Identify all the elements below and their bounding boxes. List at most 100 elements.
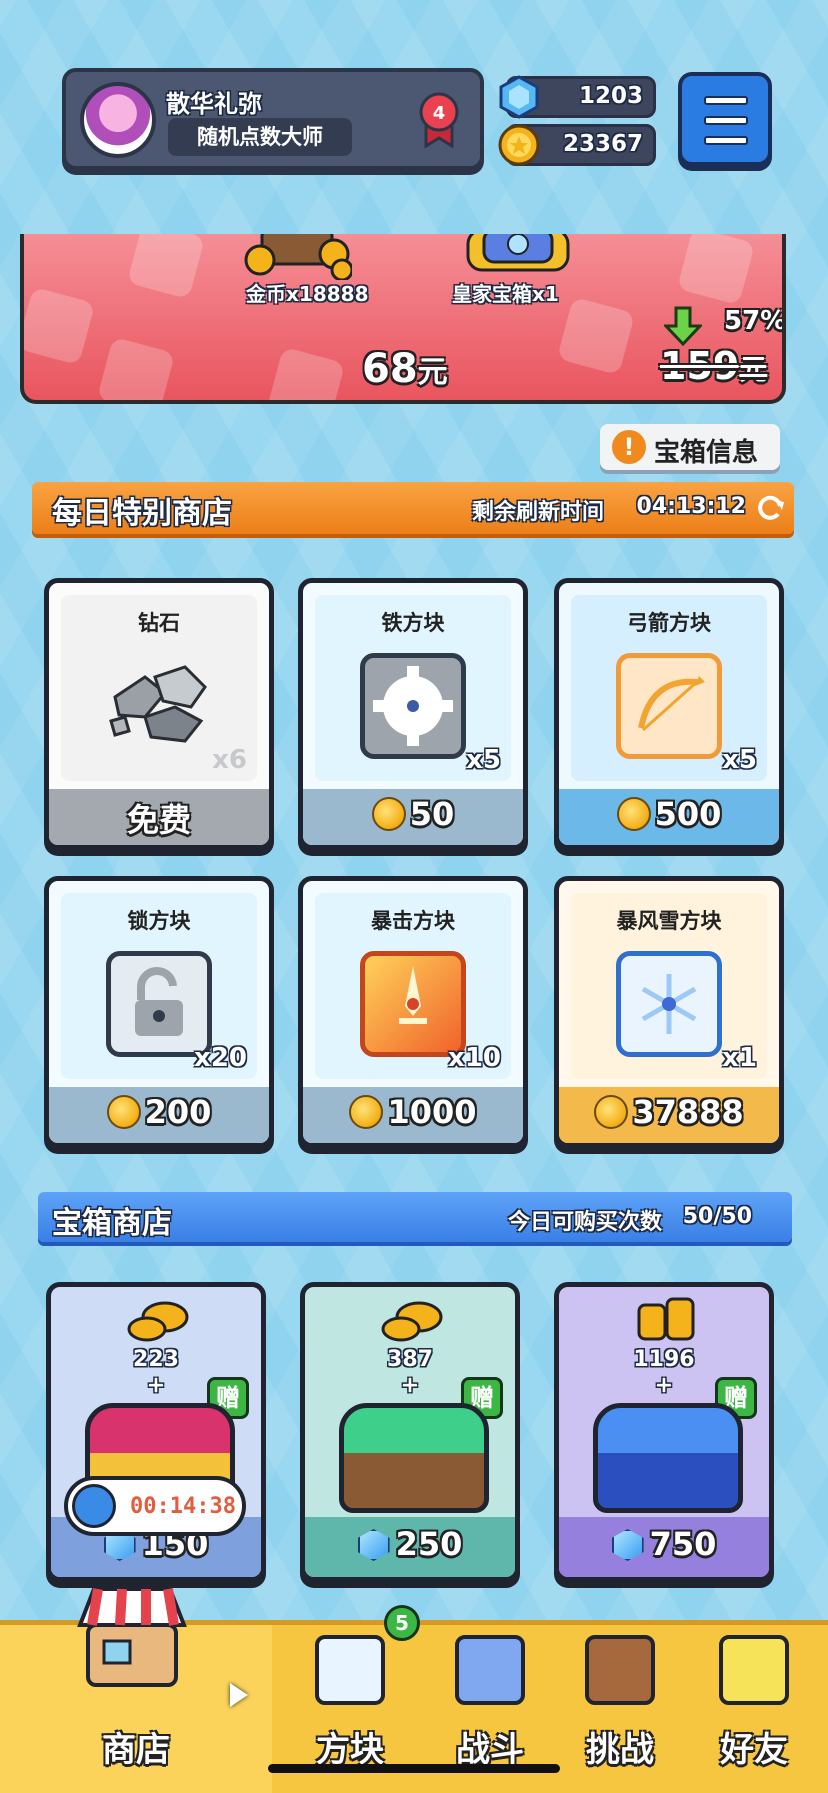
- coin-stack-icon: [127, 1301, 189, 1342]
- item-price: 37888: [559, 1093, 779, 1131]
- coin-icon: [371, 797, 406, 831]
- item-price-value: 500: [654, 795, 722, 833]
- item-qty: x5: [722, 745, 757, 775]
- daily-shop-title: 每日特别商店: [52, 496, 232, 531]
- dice-decoration: [266, 346, 346, 400]
- gem-amount: 1203: [578, 83, 643, 109]
- refresh-timer: 04:13:12: [636, 494, 746, 519]
- nav-label-friends: 好友: [720, 1730, 788, 1770]
- item-price: 免费: [126, 801, 191, 839]
- coin-pile-image: [244, 234, 352, 280]
- free-chest-timer: 00:14:38: [64, 1476, 246, 1536]
- daily-item-card[interactable]: 铁方块 x5 50: [298, 578, 528, 850]
- coin-stack-icon: [381, 1301, 443, 1342]
- exclamation-icon: !: [612, 430, 646, 464]
- daily-item-card[interactable]: 锁方块 x20 200: [44, 876, 274, 1148]
- refresh-icon[interactable]: [754, 492, 786, 524]
- banner-price-unit: 元: [417, 355, 448, 390]
- item-panel: 铁方块 x5: [315, 595, 511, 781]
- chest-card[interactable]: 387 + 赠 250: [300, 1282, 520, 1582]
- home-indicator[interactable]: [268, 1764, 560, 1773]
- item-name: 暴风雪方块: [616, 909, 722, 933]
- gear-icon: [373, 666, 453, 746]
- signboard-icon: [585, 1635, 655, 1705]
- chest-price-value: 750: [649, 1525, 717, 1563]
- dice-decoration: [556, 296, 636, 376]
- menu-button[interactable]: [678, 72, 772, 166]
- timer-value: 00:14:38: [130, 1494, 236, 1519]
- price-band: 500: [559, 789, 779, 845]
- coin-icon: [616, 797, 651, 831]
- promo-banner[interactable]: 金币x18888 皇家宝箱x1 68元 57% 159元: [20, 234, 786, 404]
- price-band: 1000: [303, 1087, 523, 1143]
- coin-stack-icon: [637, 1297, 695, 1341]
- item-price: 1000: [303, 1093, 523, 1131]
- item-price-value: 50: [409, 795, 455, 833]
- player-profile-panel[interactable]: 散华礼弥 随机点数大师 4: [62, 68, 484, 170]
- item-qty: x5: [466, 745, 501, 775]
- item-name: 弓箭方块: [627, 611, 711, 635]
- gem-icon: [357, 1529, 390, 1561]
- item-qty: x6: [212, 745, 247, 775]
- nav-tab-shop[interactable]: 商店: [0, 1587, 272, 1793]
- item-qty: x1: [722, 1043, 757, 1073]
- chest-card[interactable]: 1196 + 赠 750: [554, 1282, 774, 1582]
- chest-coin-amount: 387: [387, 1347, 433, 1372]
- daily-item-card[interactable]: 钻石 x6 免费: [44, 578, 274, 850]
- diamond-ore-icon: [109, 665, 207, 743]
- banner-old-price-unit: 元: [739, 353, 768, 386]
- rank-ribbon-icon[interactable]: 4: [418, 90, 460, 148]
- purchase-limit-value: 50/50: [682, 1204, 752, 1229]
- item-price-value: 200: [144, 1093, 212, 1131]
- chest-card[interactable]: 223 + 赠 150: [46, 1282, 266, 1582]
- price-band: 免费: [49, 789, 269, 845]
- nav-label-shop: 商店: [102, 1730, 170, 1770]
- banner-item-coins: 金币x18888: [246, 282, 369, 306]
- item-price: 200: [49, 1093, 269, 1131]
- nav-tab-friends[interactable]: 好友: [694, 1625, 814, 1793]
- emerald-chest-image: [339, 1403, 489, 1513]
- item-panel: 锁方块 x20: [61, 893, 257, 1079]
- daily-item-card[interactable]: 暴风雪方块 x1 37888: [554, 876, 784, 1148]
- daily-shop-header: 每日特别商店 剩余刷新时间 04:13:12: [32, 482, 794, 534]
- chest-shop-title: 宝箱商店: [52, 1206, 172, 1241]
- coin-counter[interactable]: 23367: [498, 124, 656, 166]
- chest-shop-header: 宝箱商店 今日可购买次数 50/50: [38, 1192, 792, 1242]
- dice-decoration: [676, 234, 756, 306]
- player-name: 散华礼弥: [166, 90, 262, 118]
- chest-price: 250: [305, 1525, 515, 1563]
- banner-price: 68元: [362, 346, 448, 392]
- item-qty: x10: [448, 1043, 501, 1073]
- player-avatar[interactable]: [80, 82, 156, 158]
- snowflake-icon: [641, 974, 697, 1034]
- item-price-value: 37888: [632, 1093, 744, 1131]
- royal-chest-image: [466, 234, 570, 272]
- chest-info-button[interactable]: ! 宝箱信息: [600, 424, 780, 470]
- nav-tab-challenge[interactable]: 挑战: [560, 1625, 680, 1793]
- item-price: 500: [559, 795, 779, 833]
- item-price-value: 1000: [387, 1093, 477, 1131]
- player-title: 随机点数大师: [168, 118, 352, 156]
- discount-arrow-icon: [664, 306, 702, 346]
- shield-sword-icon: [455, 1635, 525, 1705]
- price-band: 250: [305, 1517, 515, 1577]
- iron-block-icon: [360, 653, 466, 759]
- lock-block-icon: [106, 951, 212, 1057]
- item-panel: 弓箭方块 x5: [571, 595, 767, 781]
- price-band: 750: [559, 1517, 769, 1577]
- coin-icon: [106, 1095, 141, 1129]
- gem-counter[interactable]: 1203: [499, 75, 656, 119]
- dice-decoration: [24, 286, 96, 366]
- item-name: 锁方块: [127, 909, 191, 933]
- item-panel: 暴风雪方块 x1: [571, 893, 767, 1079]
- rank-number: 4: [433, 103, 446, 124]
- item-name: 铁方块: [381, 611, 445, 635]
- menu-bar: [704, 136, 748, 145]
- daily-item-card[interactable]: 弓箭方块 x5 500: [554, 578, 784, 850]
- price-band: 50: [303, 789, 523, 845]
- daily-item-card[interactable]: 暴击方块 x10 1000: [298, 876, 528, 1148]
- price-band: 37888: [559, 1087, 779, 1143]
- item-name: 暴击方块: [371, 909, 455, 933]
- stopwatch-icon: [72, 1484, 116, 1528]
- chest-coin-amount: 1196: [633, 1347, 695, 1372]
